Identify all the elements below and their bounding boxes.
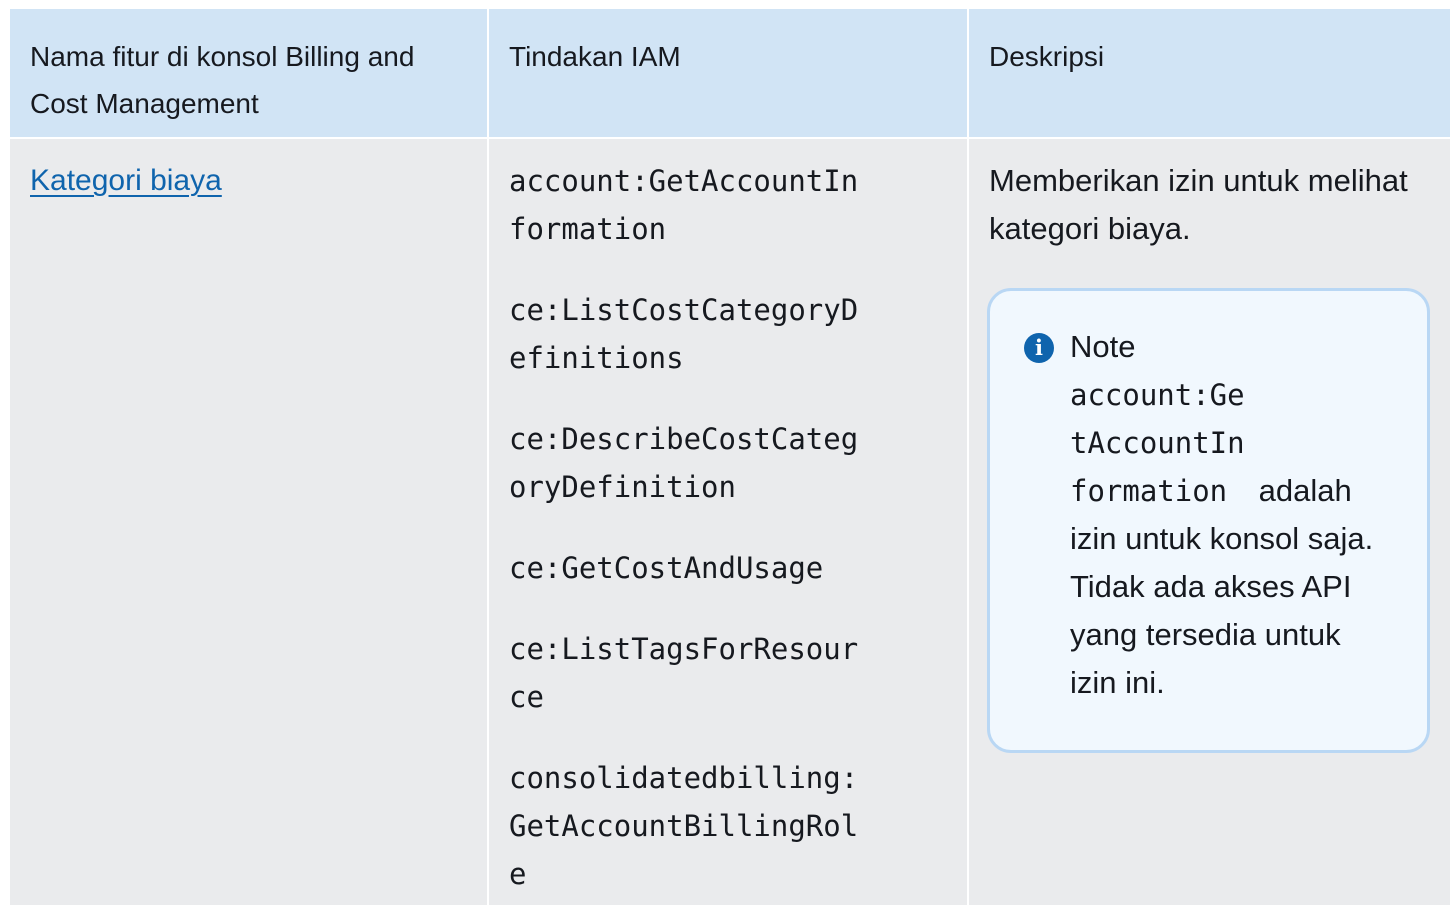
action-item: account:GetAccountInformation bbox=[509, 164, 859, 246]
header-iam-action: Tindakan IAM bbox=[489, 9, 969, 137]
action-item: consolidatedbilling:GetAccountBillingRol… bbox=[509, 761, 859, 891]
note-title: Note bbox=[1070, 329, 1136, 364]
header-feature-name: Nama fitur di konsol Billing and Cost Ma… bbox=[10, 9, 489, 137]
description-text: Memberikan izin untuk melihat kategori b… bbox=[989, 163, 1408, 246]
header-description: Deskripsi bbox=[969, 9, 1450, 137]
action-list: account:GetAccountInformation ce:ListCos… bbox=[509, 157, 947, 898]
action-item: ce:GetCostAndUsage bbox=[509, 551, 824, 585]
action-item: ce:ListTagsForResource bbox=[509, 632, 859, 714]
note-code: account:GetAccountInformation bbox=[1070, 378, 1245, 508]
permissions-table: Nama fitur di konsol Billing and Cost Ma… bbox=[10, 9, 1450, 905]
action-item: ce:DescribeCostCategoryDefinition bbox=[509, 422, 859, 504]
cell-actions: account:GetAccountInformation ce:ListCos… bbox=[489, 137, 969, 905]
action-item: ce:ListCostCategoryDefinitions bbox=[509, 293, 859, 375]
note-body: account:GetAccountInformation adalah izi… bbox=[1070, 371, 1377, 707]
note-box: i Note account:GetAccountInformation ada… bbox=[987, 288, 1430, 753]
cell-feature: Kategori biaya bbox=[10, 137, 489, 905]
info-icon: i bbox=[1024, 333, 1054, 363]
cost-category-link[interactable]: Kategori biaya bbox=[30, 164, 222, 197]
cell-description: Memberikan izin untuk melihat kategori b… bbox=[969, 137, 1450, 905]
